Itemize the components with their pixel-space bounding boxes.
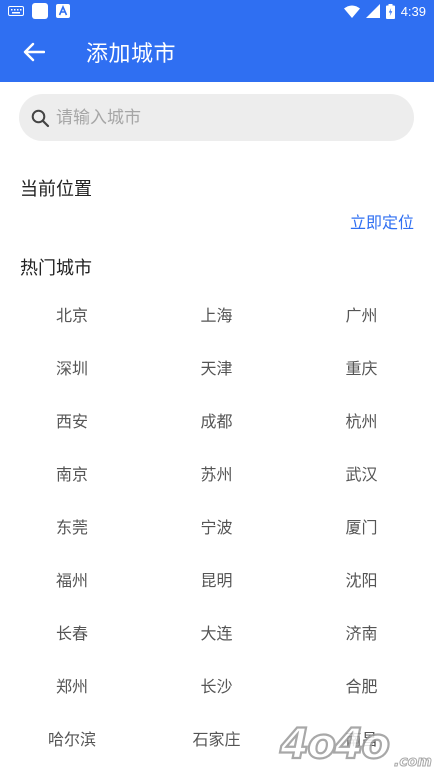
hot-city-item[interactable]: 南京	[0, 446, 144, 499]
hot-city-item[interactable]: 武汉	[289, 446, 434, 499]
status-time: 4:39	[400, 3, 426, 19]
current-location-title: 当前位置	[20, 179, 92, 200]
search-icon	[30, 108, 50, 128]
hot-cities-grid: 北京 上海 广州深圳 天津 重庆西安 成都 杭州南京 苏州 武汉东莞 宁波 厦门福州 昆明 沈阳长春 大连…	[0, 287, 434, 764]
hot-city-item[interactable]: 上海	[144, 287, 289, 340]
status-bar-left	[8, 3, 70, 19]
hot-city-item[interactable]: 宁波	[144, 499, 289, 552]
status-bar-right: 4:39	[343, 3, 426, 19]
hot-city-item[interactable]: 西安	[0, 393, 144, 446]
app-bar: 添加城市	[0, 22, 434, 82]
hot-city-item[interactable]: 济南	[289, 605, 434, 658]
search-bar[interactable]	[19, 94, 414, 141]
search-input[interactable]	[56, 107, 396, 128]
hot-city-item[interactable]: 沈阳	[289, 552, 434, 605]
battery-icon	[385, 3, 395, 19]
hot-cities-title: 热门城市	[20, 258, 92, 279]
hot-city-item[interactable]: 哈尔滨	[0, 711, 144, 764]
a-app-icon	[56, 4, 70, 18]
hot-city-item[interactable]: 郑州	[0, 658, 144, 711]
hot-city-item[interactable]: 天津	[144, 340, 289, 393]
page-title: 添加城市	[86, 42, 177, 67]
hot-city-item[interactable]: 杭州	[289, 393, 434, 446]
arrow-left-icon	[23, 42, 45, 62]
hot-city-item[interactable]: 昆明	[144, 552, 289, 605]
back-button[interactable]	[6, 22, 62, 82]
locate-now-link[interactable]: 立即定位	[350, 209, 414, 233]
hot-city-item[interactable]: 大连	[144, 605, 289, 658]
hot-city-item[interactable]: 长沙	[144, 658, 289, 711]
hot-city-item[interactable]: 南昌	[289, 711, 434, 764]
hot-city-item[interactable]: 合肥	[289, 658, 434, 711]
signal-icon	[365, 4, 380, 18]
hot-city-item[interactable]: 成都	[144, 393, 289, 446]
hot-city-item[interactable]: 石家庄	[144, 711, 289, 764]
square-app-icon	[32, 3, 48, 19]
hot-city-item[interactable]: 长春	[0, 605, 144, 658]
hot-city-item[interactable]: 厦门	[289, 499, 434, 552]
hot-city-item[interactable]: 苏州	[144, 446, 289, 499]
keyboard-icon	[8, 6, 24, 16]
hot-city-item[interactable]: 深圳	[0, 340, 144, 393]
hot-city-item[interactable]: 北京	[0, 287, 144, 340]
hot-city-item[interactable]: 重庆	[289, 340, 434, 393]
wifi-icon	[343, 5, 360, 18]
hot-city-item[interactable]: 福州	[0, 552, 144, 605]
status-bar: 4:39	[0, 0, 434, 22]
hot-city-item[interactable]: 东莞	[0, 499, 144, 552]
hot-city-item[interactable]: 广州	[289, 287, 434, 340]
